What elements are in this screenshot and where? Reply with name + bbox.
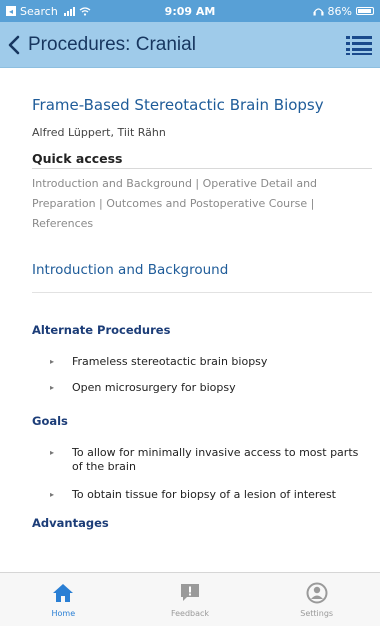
nav-bar: Procedures: Cranial (0, 22, 380, 68)
bullet-icon: ▸ (50, 490, 55, 499)
goals-heading: Goals (32, 414, 68, 428)
status-left: ◂ Search (6, 5, 91, 18)
settings-icon (306, 582, 328, 604)
home-icon (52, 582, 74, 604)
back-to-app-icon[interactable]: ◂ (6, 6, 16, 16)
battery-icon (356, 7, 374, 15)
article-content[interactable]: Frame-Based Stereotactic Brain Biopsy Al… (0, 68, 380, 572)
list-item: ▸ Open microsurgery for biopsy (32, 381, 372, 395)
quick-access-links[interactable]: Introduction and Background | Operative … (32, 174, 372, 234)
signal-icon (63, 6, 75, 16)
list-item: ▸ Frameless stereotactic brain biopsy (32, 355, 372, 369)
section-link-introduction[interactable]: Introduction and Background (32, 262, 372, 293)
tab-label: Feedback (170, 609, 210, 618)
list-item-text: Frameless stereotactic brain biopsy (72, 355, 268, 368)
article-authors: Alfred Lüppert, Tiit Rähn (32, 126, 166, 139)
alternate-procedures-heading: Alternate Procedures (32, 323, 171, 337)
bullet-icon: ▸ (50, 383, 55, 392)
feedback-icon (179, 582, 201, 604)
tab-settings[interactable]: Settings (253, 573, 380, 626)
nav-title[interactable]: Procedures: Cranial (28, 34, 196, 56)
list-item-text: To obtain tissue for biopsy of a lesion … (72, 488, 336, 501)
bullet-icon: ▸ (50, 448, 55, 457)
list-item: ▸ To allow for minimally invasive access … (32, 446, 372, 474)
back-chevron-icon[interactable] (8, 35, 22, 55)
article-title: Frame-Based Stereotactic Brain Biopsy (32, 96, 324, 114)
bullet-icon: ▸ (50, 357, 55, 366)
list-menu-icon[interactable] (346, 35, 372, 55)
quick-access-heading: Quick access (32, 151, 372, 169)
list-item-text: Open microsurgery for biopsy (72, 381, 236, 394)
headphones-icon (313, 7, 324, 15)
tab-label: Settings (300, 609, 334, 618)
tab-feedback[interactable]: Feedback (127, 573, 254, 626)
alternate-procedures-list: ▸ Frameless stereotactic brain biopsy ▸ Op… (32, 355, 372, 395)
battery-percent: 86% (327, 4, 352, 18)
status-right: 86% (313, 5, 374, 18)
tab-home[interactable]: Home (0, 573, 127, 626)
list-item-text: To allow for minimally invasive access t… (72, 446, 359, 473)
wifi-icon (79, 6, 91, 16)
tab-bar: Home Feedback Settings (0, 572, 380, 626)
tab-label: Home (51, 609, 76, 618)
advantages-heading: Advantages (32, 516, 109, 530)
carrier-label[interactable]: Search (20, 5, 58, 18)
goals-list: ▸ To allow for minimally invasive access … (32, 446, 372, 502)
list-item: ▸ To obtain tissue for biopsy of a lesion… (32, 488, 372, 502)
status-bar: ◂ Search 9:09 AM 86% (0, 0, 380, 22)
